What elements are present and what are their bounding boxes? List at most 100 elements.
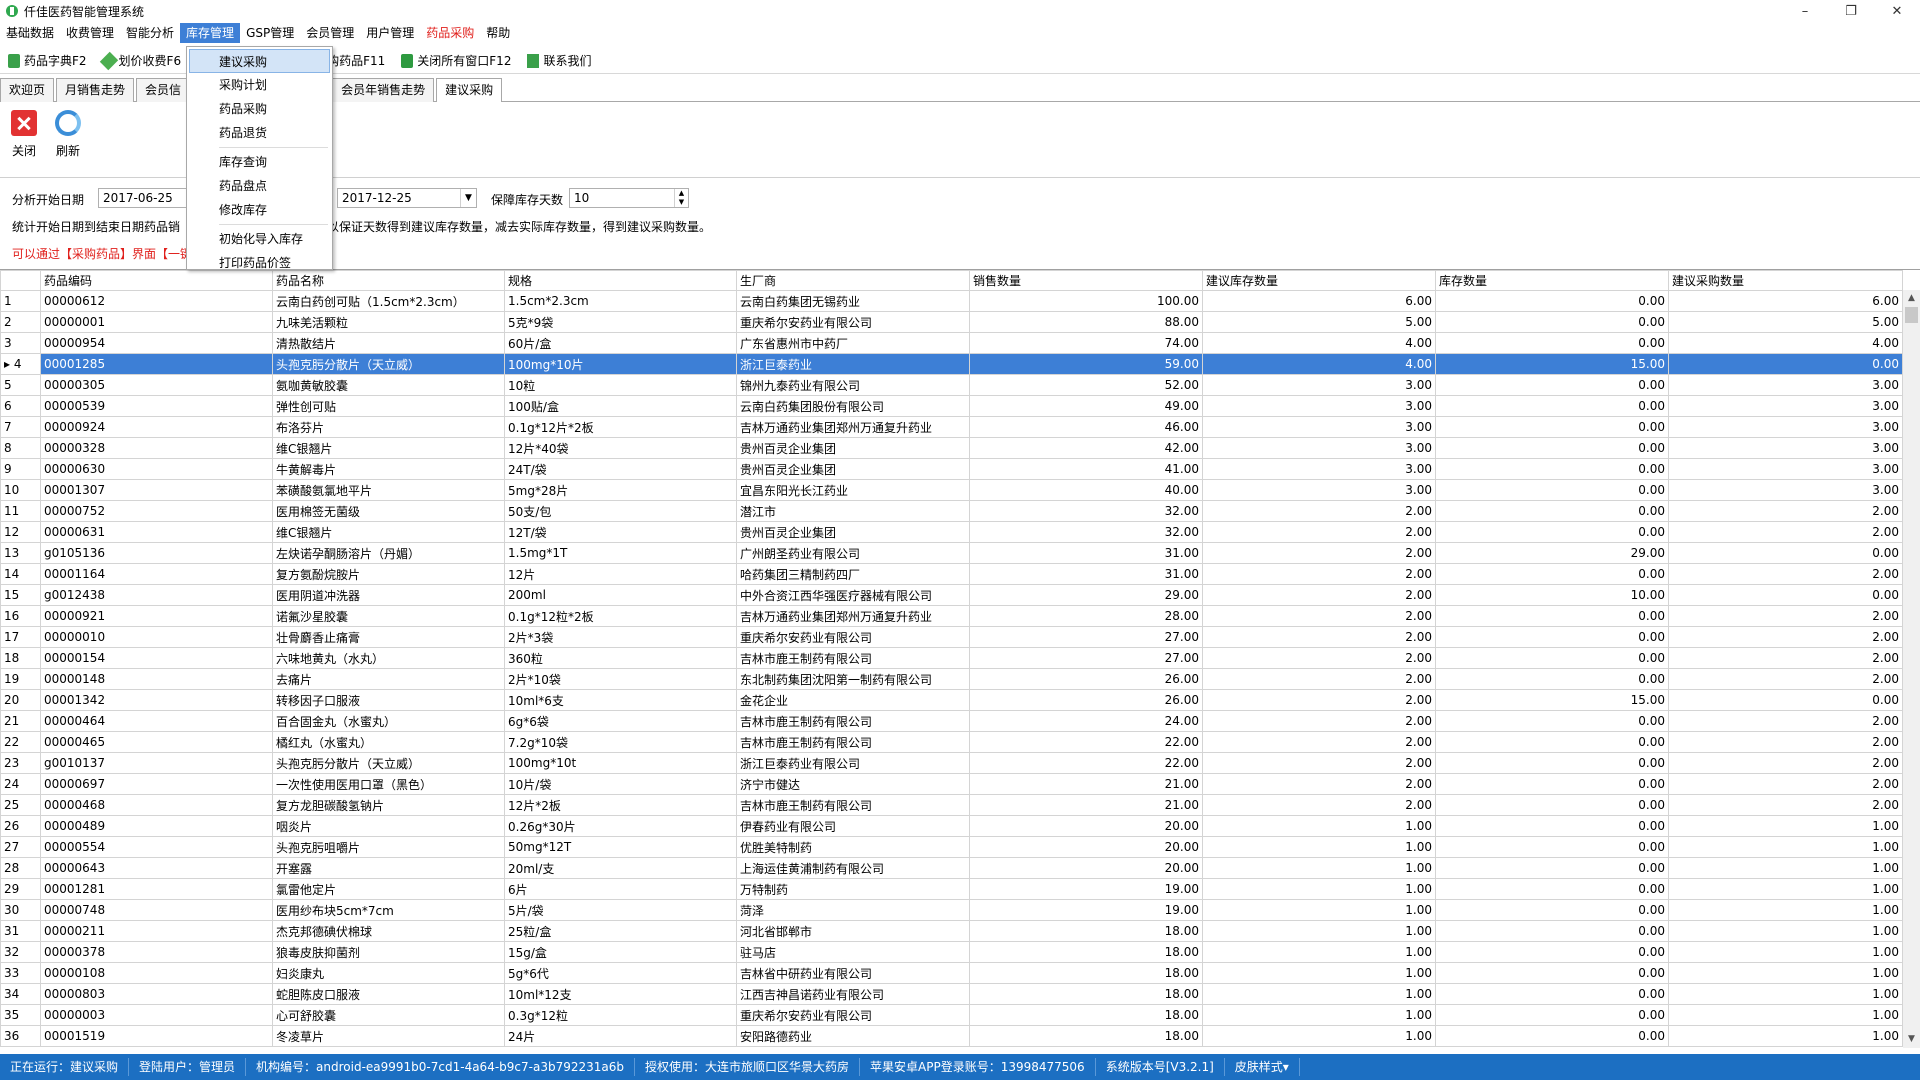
table-row[interactable]: 9 00000630 牛黄解毒片 24T/袋 贵州百灵企业集团 41.00 3.00 0.00…	[0, 458, 1903, 480]
end-date-input[interactable]: 2017-12-25 ▼	[337, 188, 477, 208]
menu-item[interactable]: 帮助	[480, 23, 516, 43]
table-cell: 六味地黄丸（水丸）	[272, 647, 505, 669]
table-cell: 1.00	[1202, 920, 1436, 942]
table-row[interactable]: 30 00000748 医用纱布块5cm*7cm 5片/袋 菏泽 19.00 1.00 0.0…	[0, 899, 1903, 921]
scroll-up-icon[interactable]: ▲	[1903, 290, 1920, 307]
price-tag-icon	[99, 51, 118, 70]
table-row[interactable]: 5 00000305 氨咖黄敏胶囊 10粒 锦州九泰药业有限公司 52.00 3.00 0.0…	[0, 374, 1903, 396]
dropdown-menu-item[interactable]: 药品退货	[187, 121, 332, 145]
contact-us-button[interactable]: 联系我们	[519, 50, 599, 72]
table-cell: 00000924	[40, 416, 273, 438]
table-row[interactable]: 23 g0010137 头孢克肟分散片（天立威） 100mg*10t 浙江巨泰药业有限公…	[0, 752, 1903, 774]
pricing-charge-button[interactable]: 划价收费F6	[95, 50, 190, 72]
stepper-arrows-icon[interactable]: ▲ ▼	[674, 189, 688, 207]
table-row[interactable]: 35 00000003 心可舒胶囊 0.3g*12粒 重庆希尔安药业有限公司 18.00 1…	[0, 1004, 1903, 1026]
chevron-down-icon[interactable]: ▼	[460, 189, 476, 207]
table-cell: 1.00	[1668, 1004, 1903, 1026]
close-button[interactable]: 关闭	[4, 110, 44, 159]
minimize-button[interactable]: –	[1782, 0, 1828, 22]
table-row[interactable]: 20 00001342 转移因子口服液 10ml*6支 金花企业 26.00 2.00 15.…	[0, 689, 1903, 711]
table-row[interactable]: 36 00001519 冬凌草片 24片 安阳路德药业 18.00 1.00 0.00 1.00	[0, 1025, 1903, 1047]
table-cell: 2.00	[1668, 773, 1903, 795]
column-header[interactable]: 建议采购数量	[1668, 270, 1903, 291]
table-row[interactable]: 11 00000752 医用棉签无菌级 50支/包 潜江市 32.00 2.00 0.00 2.…	[0, 500, 1903, 522]
table-row[interactable]: 32 00000378 狼毒皮肤抑菌剂 15g/盒 驻马店 18.00 1.00 0.00 1.…	[0, 941, 1903, 963]
column-header[interactable]: 库存数量	[1435, 270, 1669, 291]
column-header[interactable]: 生厂商	[736, 270, 970, 291]
row-number: 11	[0, 500, 41, 522]
table-row[interactable]: 3 00000954 清热散结片 60片/盒 广东省惠州市中药厂 74.00 4.00 0.0…	[0, 332, 1903, 354]
skin-style-selector[interactable]: 皮肤样式▾	[1225, 1058, 1300, 1076]
column-header[interactable]: 规格	[504, 270, 737, 291]
table-row[interactable]: 22 00000465 橘红丸（水蜜丸） 7.2g*10袋 吉林市鹿王制药有限公司 22.…	[0, 731, 1903, 753]
table-row[interactable]: 10 00001307 苯磺酸氨氯地平片 5mg*28片 宜昌东阳光长江药业 40.00 3…	[0, 479, 1903, 501]
menu-item[interactable]: 收费管理	[60, 23, 120, 43]
refresh-button[interactable]: 刷新	[48, 110, 88, 159]
dropdown-menu-item[interactable]: 药品采购	[187, 97, 332, 121]
table-row[interactable]: 19 00000148 去痛片 2片*10袋 东北制药集团沈阳第一制药有限公司 26.00…	[0, 668, 1903, 690]
table-row[interactable]: 26 00000489 咽炎片 0.26g*30片 伊春药业有限公司 20.00 1.00 0…	[0, 815, 1903, 837]
table-row[interactable]: 29 00001281 氯雷他定片 6片 万特制药 19.00 1.00 0.00 1.00	[0, 878, 1903, 900]
table-row[interactable]: 2 00000001 九味羌活颗粒 5克*9袋 重庆希尔安药业有限公司 88.00 5.00…	[0, 311, 1903, 333]
table-row[interactable]: 14 00001164 复方氨酚烷胺片 12片 哈药集团三精制药四厂 31.00 2.00 0…	[0, 563, 1903, 585]
dropdown-menu-item[interactable]: 采购计划	[187, 73, 332, 97]
menu-item[interactable]: 药品采购	[420, 23, 480, 43]
table-row[interactable]: 31 00000211 杰克邦德碘伏棉球 25粒/盒 河北省邯郸市 18.00 1.00 0.…	[0, 920, 1903, 942]
table-cell: 2.00	[1668, 626, 1903, 648]
dropdown-menu-item[interactable]: 建议采购	[189, 49, 330, 73]
tab-item[interactable]: 欢迎页	[0, 78, 55, 102]
table-row[interactable]: 27 00000554 头孢克肟咀嚼片 50mg*12T 优胜美特制药 20.00 1.00…	[0, 836, 1903, 858]
start-date-input[interactable]: 2017-06-25	[98, 188, 188, 208]
menu-item[interactable]: 会员管理	[300, 23, 360, 43]
table-row[interactable]: 18 00000154 六味地黄丸（水丸） 360粒 吉林市鹿王制药有限公司 27.00 2…	[0, 647, 1903, 669]
stock-days-stepper[interactable]: 10 ▲ ▼	[569, 188, 689, 208]
table-cell: 转移因子口服液	[272, 689, 505, 711]
row-number: 24	[0, 773, 41, 795]
tab-item[interactable]: 会员年销售走势	[332, 78, 435, 102]
tab-item[interactable]: 月销售走势	[56, 78, 135, 102]
table-row[interactable]: 12 00000631 维C银翘片 12T/袋 贵州百灵企业集团 32.00 2.00 0.0…	[0, 521, 1903, 543]
close-all-windows-button[interactable]: 关闭所有窗口F12	[393, 50, 519, 72]
close-window-button[interactable]: ✕	[1874, 0, 1920, 22]
menu-item[interactable]: 库存管理	[180, 23, 241, 43]
table-row[interactable]: 34 00000803 蛇胆陈皮口服液 10ml*12支 江西吉神昌诺药业有限公司 18.…	[0, 983, 1903, 1005]
dropdown-menu-item[interactable]: 初始化导入库存	[187, 227, 332, 251]
table-cell: 3.00	[1668, 416, 1903, 438]
table-row[interactable]: 6 00000539 弹性创可贴 100贴/盒 云南白药集团股份有限公司 49.00 3.0…	[0, 395, 1903, 417]
table-cell: 3.00	[1668, 458, 1903, 480]
table-cell: 0.00	[1668, 584, 1903, 606]
scroll-down-icon[interactable]: ▼	[1903, 1031, 1920, 1048]
menu-item[interactable]: GSP管理	[240, 23, 300, 43]
vertical-scrollbar[interactable]: ▲ ▼	[1903, 290, 1920, 1048]
dropdown-menu-item[interactable]: 打印药品价签	[187, 251, 332, 275]
table-row[interactable]: 7 00000924 布洛芬片 0.1g*12片*2板 吉林万通药业集团郑州万通复升药业…	[0, 416, 1903, 438]
table-row[interactable]: 1 00000612 云南白药创可贴（1.5cm*2.3cm） 1.5cm*2.3cm…	[0, 290, 1903, 312]
table-cell: 0.00	[1435, 395, 1669, 417]
table-cell: 潜江市	[736, 500, 970, 522]
column-header[interactable]: 建议库存数量	[1202, 270, 1436, 291]
dropdown-menu-item[interactable]: 修改库存	[187, 198, 332, 222]
table-row[interactable]: 24 00000697 一次性使用医用口罩（黑色） 10片/袋 济宁市健达 21.00 2.…	[0, 773, 1903, 795]
tab-item[interactable]: 建议采购	[436, 78, 503, 102]
table-row[interactable]: 8 00000328 维C银翘片 12片*40袋 贵州百灵企业集团 42.00 3.00 0.…	[0, 437, 1903, 459]
table-row[interactable]: 21 00000464 百合固金丸（水蜜丸） 6g*6袋 吉林市鹿王制药有限公司 24.0…	[0, 710, 1903, 732]
menu-item[interactable]: 智能分析	[120, 23, 180, 43]
table-row[interactable]: ▸ 4 00001285 头孢克肟分散片（天立威） 100mg*10片 浙江巨泰药业 59…	[0, 353, 1903, 375]
table-row[interactable]: 13 g0105136 左炔诺孕酮肠溶片（丹媚） 1.5mg*1T 广州朗圣药业有限公司…	[0, 542, 1903, 564]
table-row[interactable]: 16 00000921 诺氟沙星胶囊 0.1g*12粒*2板 吉林万通药业集团郑州万通复…	[0, 605, 1903, 627]
column-header[interactable]: 销售数量	[969, 270, 1203, 291]
tab-item[interactable]: 会员信	[136, 78, 191, 102]
table-cell: 1.00	[1202, 857, 1436, 879]
dropdown-menu-item[interactable]: 药品盘点	[187, 174, 332, 198]
restore-button[interactable]: ❐	[1828, 0, 1874, 22]
drug-dictionary-button[interactable]: 药品字典F2	[0, 50, 95, 72]
table-row[interactable]: 17 00000010 壮骨麝香止痛膏 2片*3袋 重庆希尔安药业有限公司 27.00 2.…	[0, 626, 1903, 648]
table-row[interactable]: 25 00000468 复方龙胆碳酸氢钠片 12片*2板 吉林市鹿王制药有限公司 21.0…	[0, 794, 1903, 816]
dropdown-menu-item[interactable]: 库存查询	[187, 150, 332, 174]
menu-item[interactable]: 用户管理	[360, 23, 420, 43]
table-row[interactable]: 28 00000643 开塞露 20ml/支 上海运佳黄浦制药有限公司 20.00 1.00…	[0, 857, 1903, 879]
table-row[interactable]: 15 g0012438 医用阴道冲洗器 200ml 中外合资江西华强医疗器械有限公司 29…	[0, 584, 1903, 606]
table-row[interactable]: 33 00000108 妇炎康丸 5g*6代 吉林省中研药业有限公司 18.00 1.00 0…	[0, 962, 1903, 984]
menu-item[interactable]: 基础数据	[0, 23, 60, 43]
scroll-thumb[interactable]	[1905, 307, 1918, 323]
